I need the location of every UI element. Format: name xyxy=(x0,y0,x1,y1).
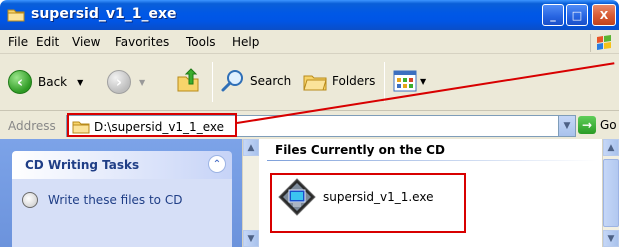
scroll-up-icon[interactable]: ▲ xyxy=(243,139,259,156)
task-pane: CD Writing Tasks ⌃ Write these files to … xyxy=(0,139,242,247)
menu-edit[interactable]: Edit xyxy=(36,35,59,49)
menu-bar: File Edit View Favorites Tools Help xyxy=(0,30,619,54)
cd-write-icon xyxy=(22,192,38,208)
folder-icon xyxy=(7,9,25,22)
views-dropdown-icon[interactable]: ▼ xyxy=(420,77,426,86)
application-icon xyxy=(278,178,316,216)
file-name: supersid_v1_1.exe xyxy=(323,190,434,204)
forward-button[interactable]: › ▼ xyxy=(107,70,145,94)
back-label: Back xyxy=(38,75,68,89)
maximize-button[interactable]: □ xyxy=(566,4,588,26)
collapse-chevron-icon[interactable]: ⌃ xyxy=(208,155,226,173)
title-bar[interactable]: supersid_v1_1_exe _ □ X xyxy=(0,0,619,30)
address-field[interactable]: D:\supersid_v1_1_exe ▼ xyxy=(66,115,576,137)
menu-favorites[interactable]: Favorites xyxy=(115,35,169,49)
address-bar: Address D:\supersid_v1_1_exe ▼ → Go xyxy=(0,111,619,139)
cd-writing-tasks-header[interactable]: CD Writing Tasks ⌃ xyxy=(12,151,232,179)
go-button[interactable]: → Go xyxy=(578,116,617,134)
window-title: supersid_v1_1_exe xyxy=(31,6,177,22)
menu-tools[interactable]: Tools xyxy=(186,35,216,49)
scroll-thumb[interactable] xyxy=(603,159,619,227)
up-folder-button[interactable] xyxy=(175,68,201,94)
group-header: Files Currently on the CD xyxy=(275,143,445,157)
back-button[interactable]: ‹ Back ▼ xyxy=(8,70,83,94)
folders-button[interactable]: Folders xyxy=(302,68,375,94)
write-files-to-cd-link[interactable]: Write these files to CD xyxy=(22,192,182,208)
scroll-up-icon[interactable]: ▲ xyxy=(603,139,619,156)
menu-view[interactable]: View xyxy=(72,35,100,49)
group-divider xyxy=(267,160,597,161)
task-pane-scrollbar[interactable]: ▲ ▼ xyxy=(242,139,259,247)
folders-icon xyxy=(303,75,327,91)
menu-help[interactable]: Help xyxy=(232,35,259,49)
task-link-label: Write these files to CD xyxy=(48,193,183,207)
close-button[interactable]: X xyxy=(592,4,616,26)
folder-icon xyxy=(72,121,90,134)
address-dropdown-icon[interactable]: ▼ xyxy=(558,116,575,136)
go-label: Go xyxy=(600,118,617,132)
scroll-down-icon[interactable]: ▼ xyxy=(243,230,259,247)
file-item[interactable]: supersid_v1_1.exe xyxy=(277,177,433,217)
scroll-down-icon[interactable]: ▼ xyxy=(603,230,619,247)
file-list: Files Currently on the CD supersid_v1_1.… xyxy=(259,139,602,247)
views-button[interactable]: ▼ xyxy=(393,70,426,92)
back-dropdown-icon[interactable]: ▼ xyxy=(77,78,83,87)
search-label: Search xyxy=(250,74,292,88)
search-button[interactable]: Search xyxy=(220,68,291,94)
go-arrow-icon: → xyxy=(578,116,596,134)
toolbar: ‹ Back ▼ › ▼ Search Folders ▼ xyxy=(0,54,619,111)
task-pane-title: CD Writing Tasks xyxy=(25,158,140,172)
menu-file[interactable]: File xyxy=(8,35,28,49)
up-folder-icon xyxy=(177,68,199,92)
forward-dropdown-icon[interactable]: ▼ xyxy=(139,78,145,87)
windows-logo-icon xyxy=(590,34,616,52)
minimize-button[interactable]: _ xyxy=(542,4,564,26)
address-value: D:\supersid_v1_1_exe xyxy=(94,120,224,134)
folders-label: Folders xyxy=(332,74,376,88)
task-pane-body: Write these files to CD xyxy=(12,179,232,247)
address-label: Address xyxy=(8,119,56,133)
views-icon xyxy=(393,70,417,92)
content-scrollbar[interactable]: ▲ ▼ xyxy=(602,139,619,247)
search-icon xyxy=(221,70,243,92)
back-arrow-icon: ‹ xyxy=(8,70,32,94)
forward-arrow-icon: › xyxy=(107,70,131,94)
